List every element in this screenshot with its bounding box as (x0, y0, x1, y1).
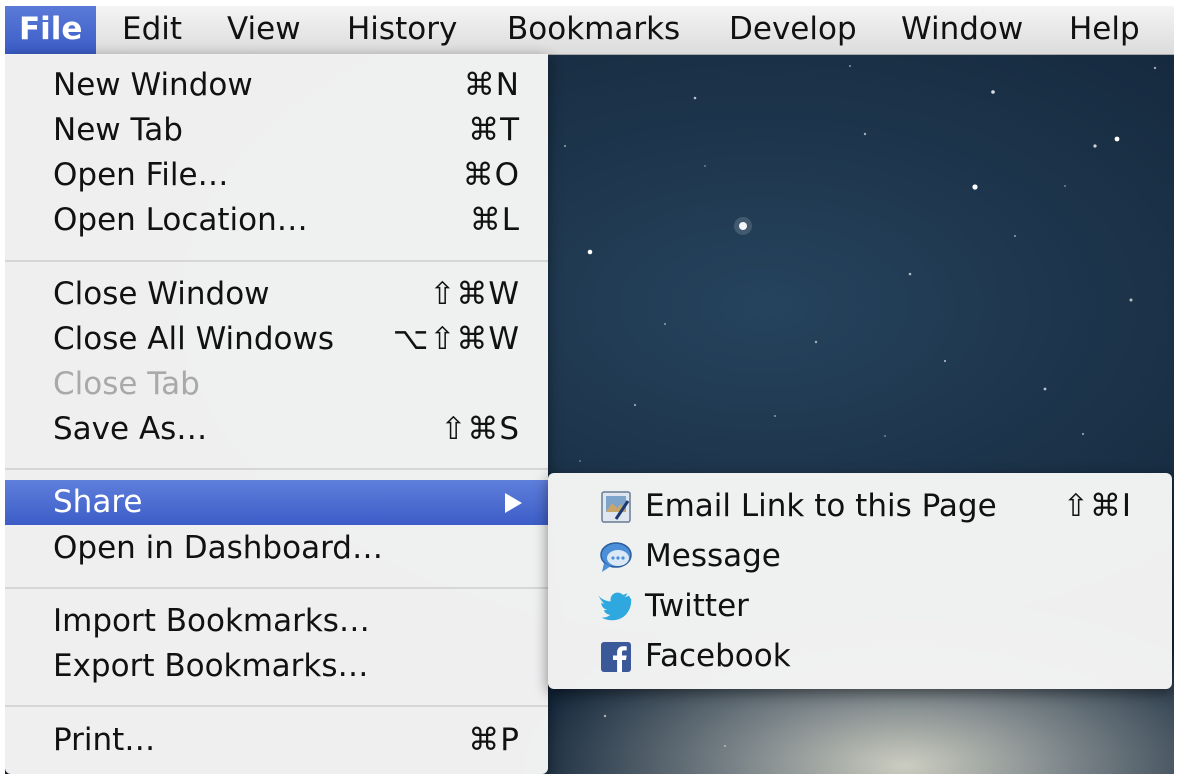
menu-separator (5, 260, 548, 262)
menu-item-import-bookmarks[interactable]: Import Bookmarks… (5, 599, 548, 644)
submenu-arrow-icon (505, 493, 522, 513)
menubar-window[interactable]: Window (887, 6, 1037, 54)
menubar-help[interactable]: Help (1055, 6, 1154, 54)
share-item-shortcut: ⇧⌘I (1062, 488, 1132, 524)
menu-item-shortcut: ⇧⌘S (440, 411, 520, 447)
menu-item-share[interactable]: Share (5, 480, 548, 525)
menu-item-open-file[interactable]: Open File… ⌘O (5, 153, 548, 198)
menu-item-shortcut: ⌘T (468, 112, 520, 148)
menu-item-shortcut: ⌘N (463, 67, 520, 103)
menu-item-open-in-dashboard[interactable]: Open in Dashboard… (5, 526, 548, 571)
menubar-bookmarks[interactable]: Bookmarks (493, 6, 694, 54)
share-submenu: Email Link to this Page ⇧⌘I Message Twit… (548, 473, 1172, 689)
menu-item-label: Import Bookmarks… (53, 603, 370, 639)
menu-bar: File Edit View History Bookmarks Develop… (5, 6, 1174, 55)
menu-item-new-window[interactable]: New Window ⌘N (5, 63, 548, 108)
menu-item-label: New Tab (53, 112, 183, 148)
share-item-twitter[interactable]: Twitter (548, 581, 1172, 631)
menubar-develop[interactable]: Develop (715, 6, 871, 54)
menu-item-label: Open in Dashboard… (53, 530, 383, 566)
share-item-label: Facebook (645, 638, 791, 674)
menu-item-label: Close Window (53, 276, 270, 312)
menu-item-save-as[interactable]: Save As… ⇧⌘S (5, 407, 548, 452)
share-item-label: Email Link to this Page (645, 488, 997, 524)
menu-item-shortcut: ⌘L (469, 202, 520, 238)
menu-item-shortcut: ⌘O (462, 157, 520, 193)
menubar-file[interactable]: File (5, 6, 97, 54)
menu-separator (5, 468, 548, 470)
menu-item-shortcut: ⌘P (468, 722, 520, 758)
share-item-message[interactable]: Message (548, 531, 1172, 581)
message-bubble-icon (600, 542, 632, 572)
menu-separator (5, 705, 548, 707)
menu-item-label: New Window (53, 67, 253, 103)
menu-item-label: Save As… (53, 411, 208, 447)
menu-item-label: Export Bookmarks… (53, 648, 369, 684)
share-item-label: Twitter (645, 588, 749, 624)
menu-item-label: Open Location… (53, 202, 308, 238)
menu-item-new-tab[interactable]: New Tab ⌘T (5, 108, 548, 153)
menu-item-close-all-windows[interactable]: Close All Windows ⌥⇧⌘W (5, 317, 548, 362)
menu-item-shortcut: ⌥⇧⌘W (392, 321, 520, 357)
screen: File Edit View History Bookmarks Develop… (5, 6, 1174, 774)
share-item-email-link[interactable]: Email Link to this Page ⇧⌘I (548, 481, 1172, 531)
menu-item-label: Open File… (53, 157, 229, 193)
menu-item-print[interactable]: Print… ⌘P (5, 718, 548, 763)
twitter-bird-icon (598, 592, 632, 621)
menu-item-shortcut: ⇧⌘W (429, 276, 520, 312)
share-item-label: Message (645, 538, 781, 574)
menu-separator (5, 587, 548, 589)
menubar-edit[interactable]: Edit (108, 6, 196, 54)
file-menu: New Window ⌘N New Tab ⌘T Open File… ⌘O O… (5, 54, 548, 774)
menu-item-export-bookmarks[interactable]: Export Bookmarks… (5, 644, 548, 689)
menubar-view[interactable]: View (213, 6, 315, 54)
menu-item-label: Close All Windows (53, 321, 334, 357)
menu-item-label: Close Tab (53, 366, 200, 402)
menu-item-label: Share (53, 484, 143, 520)
menubar-history[interactable]: History (333, 6, 471, 54)
facebook-icon (601, 642, 631, 672)
mail-icon (601, 491, 631, 523)
menu-item-label: Print… (53, 722, 156, 758)
menu-item-close-window[interactable]: Close Window ⇧⌘W (5, 272, 548, 317)
share-item-facebook[interactable]: Facebook (548, 631, 1172, 681)
menu-item-close-tab: Close Tab (5, 362, 548, 407)
menu-item-open-location[interactable]: Open Location… ⌘L (5, 198, 548, 243)
